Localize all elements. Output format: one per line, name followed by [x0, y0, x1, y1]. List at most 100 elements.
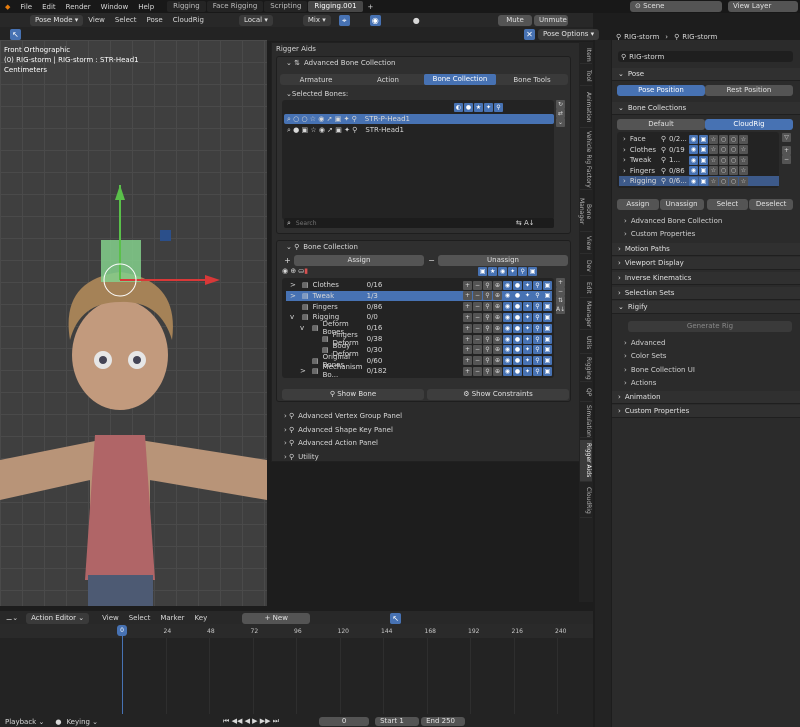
filter-icon[interactable]: ◐ — [454, 102, 463, 112]
solo-icon[interactable]: ● — [513, 280, 522, 290]
add-icon[interactable]: + — [556, 278, 565, 287]
unmute-button[interactable]: Unmute — [534, 14, 568, 26]
eye-icon[interactable]: ◉ — [688, 166, 698, 175]
unassign-icon[interactable]: − — [473, 334, 482, 344]
select-icon[interactable]: ⊕ — [493, 323, 502, 333]
tl-menu-marker[interactable]: Marker — [155, 614, 189, 622]
select-icon[interactable]: ⊕ — [493, 366, 502, 376]
vtab-tool[interactable]: Tool — [580, 66, 592, 86]
bone-icon[interactable]: ⚲ — [483, 302, 492, 312]
bone-icon[interactable]: ⚲ — [483, 366, 492, 376]
deform-icon[interactable]: ⚲ — [533, 280, 542, 290]
pose-options-button[interactable]: Pose Options ▾ — [538, 28, 600, 40]
eye-icon[interactable]: ◉ — [503, 291, 512, 301]
show-constraints-button[interactable]: ⚙ Show Constraints — [427, 388, 569, 400]
pose-icon[interactable]: ◉ — [498, 266, 508, 276]
list-item[interactable]: ⌕ ○ ○ ☆ ◉ ➚ ▣ ✦ ⚲ STR-P-Head1 — [284, 114, 554, 124]
generate-rig-button[interactable]: Generate Rig — [628, 321, 792, 332]
pose-icon[interactable]: ✦ — [523, 334, 532, 344]
bc-header[interactable]: ⌄ ⚲ Bone Collection — [286, 242, 358, 252]
tab-armature[interactable]: Armature — [280, 76, 352, 84]
playhead[interactable] — [122, 626, 123, 714]
pose-icon[interactable]: ✦ — [523, 302, 532, 312]
assign-icon[interactable]: + — [463, 356, 472, 366]
vtab-animation[interactable]: Animation — [580, 88, 592, 128]
workspace-tab-face-rigging[interactable]: Face Rigging — [206, 1, 264, 12]
assign-icon[interactable]: + — [463, 366, 472, 376]
panel-advanced-action[interactable]: › ⚲ Advanced Action Panel — [284, 438, 378, 448]
bone-icon[interactable]: ⚲ — [494, 102, 503, 112]
vtab-edit[interactable]: Edit — [580, 278, 592, 298]
section-motion-paths[interactable]: › Motion Paths — [612, 243, 800, 256]
character-model[interactable] — [0, 40, 267, 606]
star-icon[interactable]: ☆ — [708, 145, 718, 154]
assign-button[interactable]: Assign — [294, 254, 424, 266]
assign-icon[interactable]: + — [463, 291, 472, 301]
remove-icon[interactable]: − — [556, 287, 565, 296]
unassign-icon[interactable]: − — [473, 312, 482, 322]
sort-icon[interactable]: ⇆ A↓ — [516, 219, 535, 227]
deform-icon[interactable]: ⚲ — [533, 291, 542, 301]
eye-icon[interactable]: ◉ — [688, 176, 698, 186]
rigify-actions[interactable]: › Actions — [624, 377, 656, 389]
menu-render[interactable]: Render — [61, 3, 96, 11]
tab-bone-collection[interactable]: Bone Collection — [424, 74, 496, 85]
subsec-custom-props[interactable]: › Custom Properties — [624, 228, 695, 240]
bc-list-item[interactable]: › Tweak ⚲ 1... ◉ ▣ ☆ ○ ○ ☆ — [619, 155, 779, 165]
solo-icon[interactable]: ⚲ — [518, 266, 528, 276]
transform-orientation[interactable]: Local ▾ — [238, 14, 273, 26]
bone-icon[interactable]: ⚲ — [483, 312, 492, 322]
expand-icon[interactable]: > — [290, 292, 298, 300]
bone-icon[interactable]: ⚲ — [483, 323, 492, 333]
show-bone-button[interactable]: ⚲ Show Bone — [282, 388, 424, 400]
rigify-advanced[interactable]: › Advanced — [624, 337, 665, 349]
eye-icon[interactable]: ◉ — [503, 323, 512, 333]
deform-icon[interactable]: ⚲ — [533, 312, 542, 322]
vtab-utils[interactable]: Utils — [580, 332, 592, 354]
section-selection-sets[interactable]: › Selection Sets — [612, 287, 800, 300]
star-icon[interactable]: ☆ — [708, 155, 718, 165]
tree-row[interactable]: ▤ Fingers Deform 0/38 + − ⚲ ⊕ ◉ ● ✦ ⚲ ▣ — [286, 331, 552, 347]
panel-advanced-shape-key[interactable]: › ⚲ Advanced Shape Key Panel — [284, 425, 393, 435]
lock-icon[interactable]: ▣ — [528, 266, 538, 276]
menu-help[interactable]: Help — [133, 3, 159, 11]
list-item[interactable]: ⌕ ● ▣ ☆ ◉ ➚ ▣ ✦ ⚲ STR-Head1 — [284, 125, 554, 135]
filter-icon[interactable]: ▣ — [478, 266, 488, 276]
radio-icon[interactable]: ○ — [718, 176, 728, 186]
solo-icon[interactable]: ● — [513, 291, 522, 301]
workspace-add-icon[interactable]: + — [368, 3, 374, 11]
vtab-qp[interactable]: QP — [580, 384, 592, 402]
snap-icon[interactable]: ⌖ — [338, 14, 350, 26]
select-icon[interactable]: ⊕ — [493, 312, 502, 322]
eye-icon[interactable]: ◉ — [688, 155, 698, 165]
solo-icon[interactable]: ▣ — [698, 166, 708, 175]
panel-advanced-vertex-group[interactable]: › ⚲ Advanced Vertex Group Panel — [284, 411, 402, 421]
tab-bone-tools[interactable]: Bone Tools — [496, 76, 568, 84]
mode-selector[interactable]: Pose Mode ▾ — [30, 14, 84, 26]
deform-icon[interactable]: ⚲ — [533, 345, 542, 355]
link-icon[interactable]: ⇄ — [556, 109, 565, 118]
pose-icon[interactable]: ✦ — [523, 323, 532, 333]
workspace-tab-rigging[interactable]: Rigging — [167, 1, 206, 12]
vtab-dev[interactable]: Dev — [580, 256, 592, 276]
radio-icon[interactable]: ○ — [728, 166, 738, 175]
select-icon[interactable]: ⊕ — [493, 291, 502, 301]
vtab-rigging[interactable]: Rigging — [580, 356, 592, 382]
assign-icon[interactable]: + — [463, 323, 472, 333]
playhead-label[interactable]: 0 — [117, 625, 127, 636]
section-inverse-kinematics[interactable]: › Inverse Kinematics — [612, 272, 800, 285]
expand-icon[interactable]: › — [623, 167, 626, 175]
radio-icon[interactable]: ○ — [718, 134, 728, 144]
deform-icon[interactable]: ⚲ — [533, 323, 542, 333]
star-icon[interactable]: ☆ — [738, 134, 748, 144]
bc-list-item[interactable]: › Clothes ⚲ 0/19 ◉ ▣ ☆ ○ ○ ☆ — [619, 145, 779, 155]
assign-icon[interactable]: + — [463, 345, 472, 355]
chevron-down-icon[interactable]: ⌄ — [556, 118, 565, 127]
unassign-icon[interactable]: − — [473, 302, 482, 312]
view-layer-selector[interactable]: View Layer — [728, 1, 798, 12]
deform-icon[interactable]: ⚲ — [533, 334, 542, 344]
playback-controls-icon[interactable]: ⏮ ◀◀ ◀ ▶ ▶▶ ⏭ — [223, 717, 279, 726]
section-animation[interactable]: › Animation — [612, 391, 800, 404]
eye-icon[interactable]: ◉ — [503, 312, 512, 322]
star-icon[interactable]: ☆ — [738, 176, 748, 186]
